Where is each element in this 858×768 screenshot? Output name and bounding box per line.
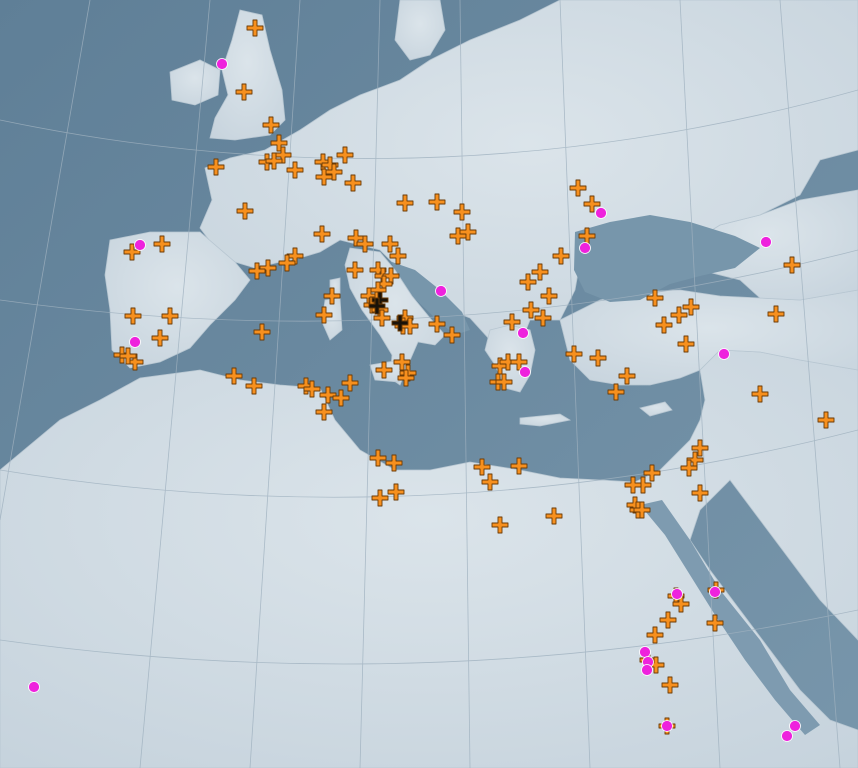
circle-marker-icon[interactable] [661, 720, 673, 732]
circle-marker-icon[interactable] [639, 646, 651, 658]
circle-marker-icon[interactable] [760, 236, 772, 248]
circle-marker-icon[interactable] [718, 348, 730, 360]
circle-marker-icon[interactable] [134, 239, 146, 251]
circle-marker-icon[interactable] [595, 207, 607, 219]
circle-marker-icon[interactable] [671, 588, 683, 600]
circle-marker-icon[interactable] [579, 242, 591, 254]
circle-marker-icon[interactable] [28, 681, 40, 693]
circle-marker-icon[interactable] [709, 586, 721, 598]
circle-marker-icon[interactable] [641, 664, 653, 676]
circle-marker-icon[interactable] [216, 58, 228, 70]
circle-marker-icon[interactable] [517, 327, 529, 339]
circle-marker-icon[interactable] [435, 285, 447, 297]
circle-marker-icon[interactable] [129, 336, 141, 348]
circle-marker-icon[interactable] [519, 366, 531, 378]
map-canvas[interactable] [0, 0, 858, 768]
circle-marker-icon[interactable] [789, 720, 801, 732]
circle-marker-icon[interactable] [781, 730, 793, 742]
